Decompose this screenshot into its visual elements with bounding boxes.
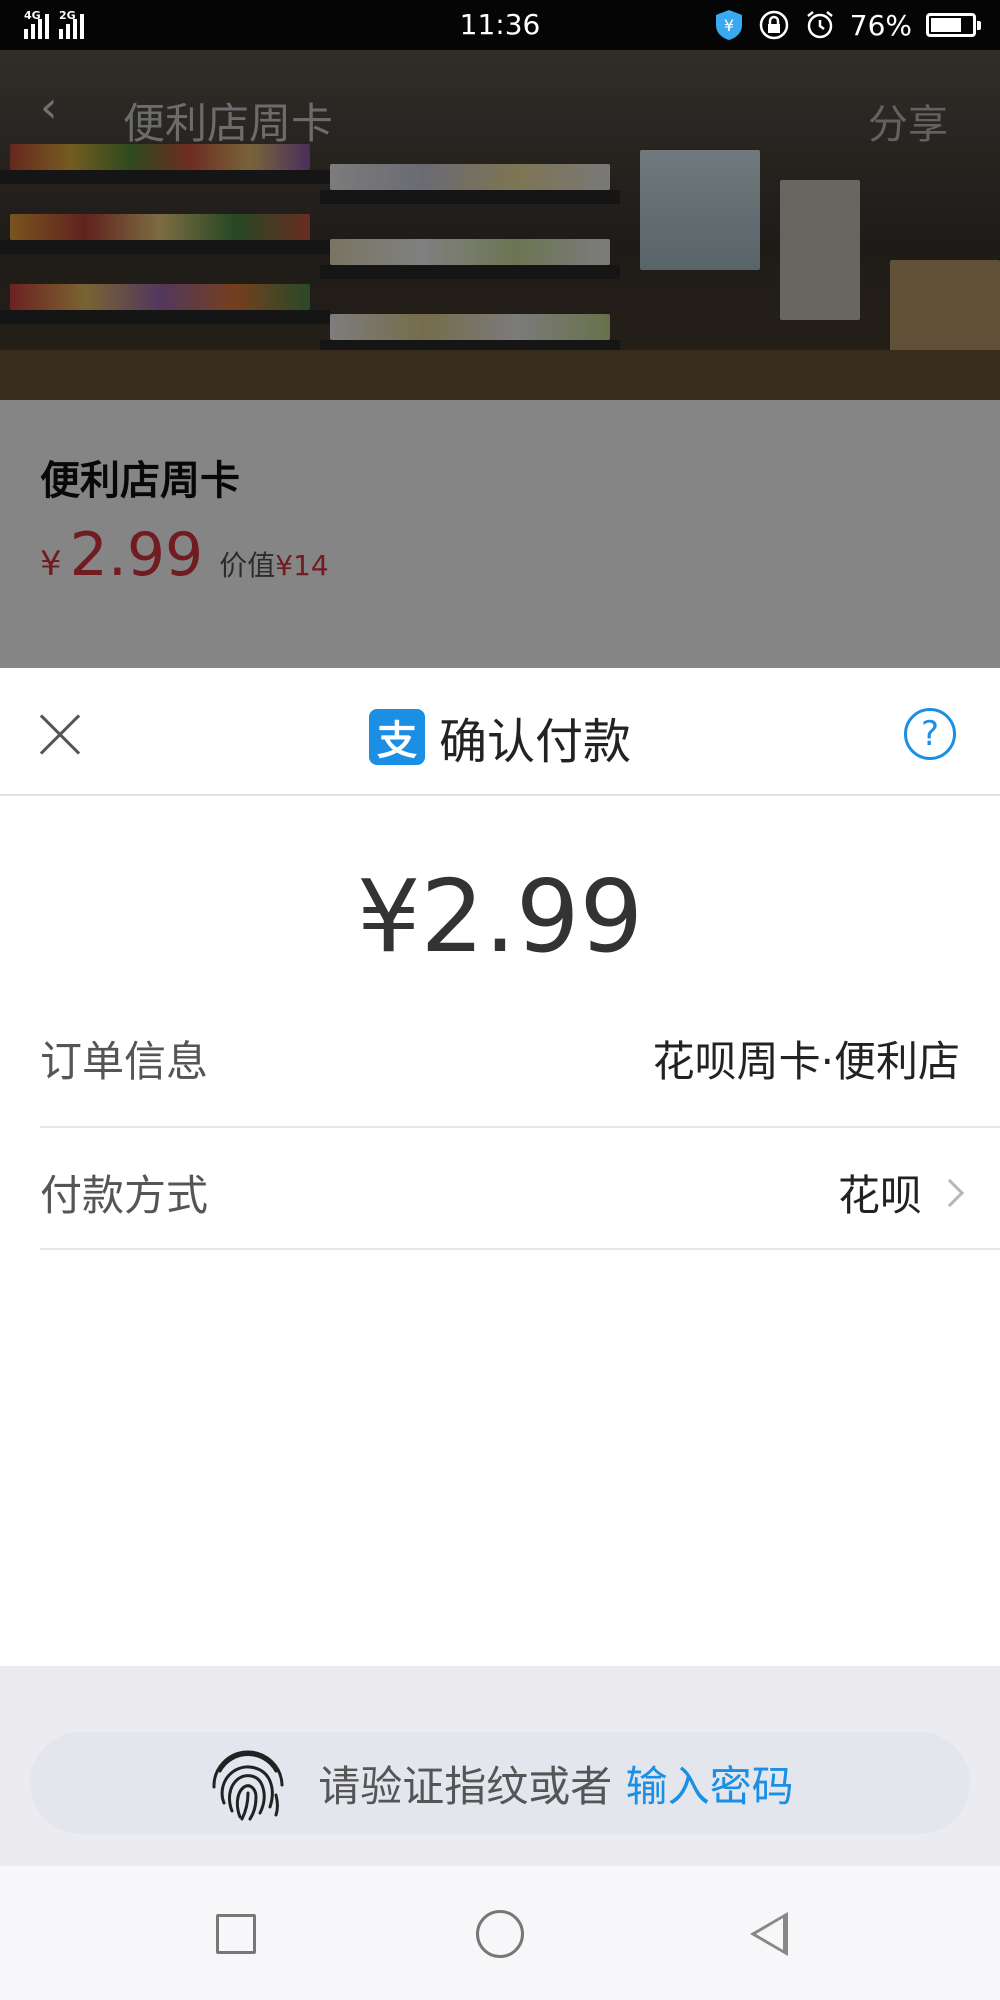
lock-rotation-icon: [759, 10, 789, 40]
help-icon[interactable]: ?: [904, 708, 956, 760]
payment-method-row[interactable]: 付款方式 花呗: [40, 1162, 965, 1223]
battery-percent: 76%: [849, 8, 912, 42]
battery-level: [931, 18, 962, 32]
enter-password-link[interactable]: 输入密码: [626, 1762, 794, 1811]
recents-button[interactable]: [216, 1914, 256, 1954]
alarm-icon: [806, 11, 833, 39]
order-info-value: 花呗周卡·便利店: [652, 1037, 960, 1086]
payment-method-value: 花呗: [837, 1171, 922, 1220]
payment-amount: ¥2.99: [356, 858, 644, 975]
sheet-header: 支 确认付款 ?: [0, 668, 1000, 796]
divider: [40, 1126, 1000, 1128]
verify-prompt-text: 请验证指纹或者: [318, 1761, 613, 1811]
order-info-row: 订单信息 花呗周卡·便利店: [40, 1028, 960, 1089]
order-info-label: 订单信息: [40, 1037, 209, 1086]
status-bar: 4G 2G 11:36 ¥ 76%: [0, 0, 1000, 50]
payment-method-value-group[interactable]: 花呗: [837, 1162, 965, 1223]
navigation-bar: [0, 1866, 1000, 2000]
chevron-right-icon: [935, 1178, 965, 1207]
verify-bar: 请验证指纹或者 输入密码: [30, 1732, 970, 1834]
svg-text:¥: ¥: [724, 16, 734, 35]
sheet-title: 确认付款: [438, 714, 631, 770]
battery-icon: [926, 13, 981, 37]
divider: [40, 1248, 1000, 1250]
back-button[interactable]: [750, 1912, 788, 1956]
status-right-group: ¥ 76%: [714, 7, 981, 43]
sheet-title-group: 支 确认付款: [0, 702, 1000, 772]
verify-area: 请验证指纹或者 输入密码: [0, 1666, 1000, 1866]
alipay-logo-icon: 支: [368, 709, 425, 765]
payment-method-label: 付款方式: [40, 1171, 209, 1220]
fingerprint-icon[interactable]: [206, 1741, 290, 1825]
home-button[interactable]: [476, 1910, 524, 1958]
dim-overlay[interactable]: [0, 50, 1000, 668]
alipay-shield-icon: ¥: [715, 10, 742, 40]
verify-prompt: 请验证指纹或者 输入密码: [318, 1753, 793, 1814]
